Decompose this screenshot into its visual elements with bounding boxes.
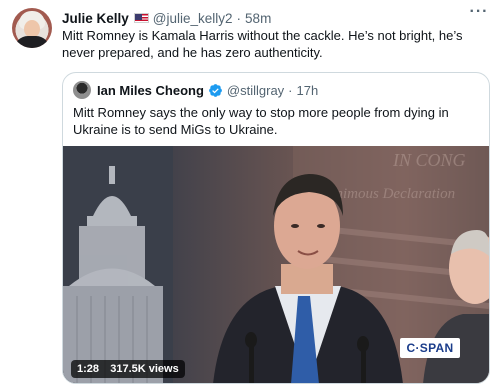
video-duration: 1:28 xyxy=(77,363,100,375)
quoted-author-handle[interactable]: @stillgray xyxy=(227,83,284,98)
author-handle[interactable]: @julie_kelly2 xyxy=(153,11,233,26)
quoted-author-name[interactable]: Ian Miles Cheong xyxy=(97,83,204,98)
verified-badge-icon xyxy=(209,83,222,97)
tweet-header: Julie Kelly @julie_kelly2 · 58m xyxy=(62,9,271,27)
video-stats-badge: 1:28 317.5K views xyxy=(71,360,185,378)
separator-dot: · xyxy=(288,82,293,98)
quoted-tweet-header: Ian Miles Cheong @stillgray · 17h xyxy=(73,81,318,99)
cspan-logo: C·SPAN xyxy=(400,338,460,358)
separator-dot: · xyxy=(236,10,242,26)
tweet[interactable]: Julie Kelly @julie_kelly2 · 58m ··· Mitt… xyxy=(0,0,500,385)
author-name[interactable]: Julie Kelly xyxy=(62,11,129,26)
more-options-icon[interactable]: ··· xyxy=(467,3,491,21)
tweet-text: Mitt Romney is Kamala Harris without the… xyxy=(62,28,463,60)
tweet-time[interactable]: 58m xyxy=(245,11,271,26)
quoted-tweet-time[interactable]: 17h xyxy=(297,83,319,98)
video-player[interactable]: IN CONG unanimous Declaration C·SPAN 1:2… xyxy=(63,146,489,383)
author-avatar[interactable] xyxy=(12,8,52,48)
quoted-tweet-text: Mitt Romney says the only way to stop mo… xyxy=(73,105,449,137)
us-flag-icon xyxy=(133,13,149,23)
background-text: IN CONG xyxy=(392,150,466,170)
quoted-tweet[interactable]: Ian Miles Cheong @stillgray · 17h Mitt R… xyxy=(62,72,490,384)
quoted-author-avatar[interactable] xyxy=(73,81,91,99)
video-views: 317.5K views xyxy=(110,363,179,375)
